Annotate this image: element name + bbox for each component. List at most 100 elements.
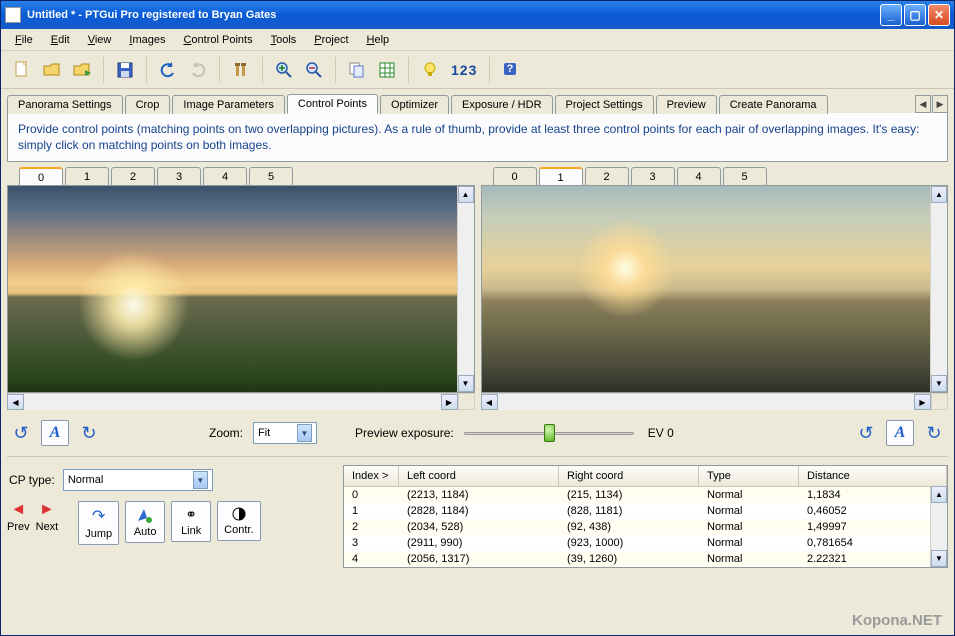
- tab-optimizer[interactable]: Optimizer: [380, 95, 449, 114]
- toolbar-numbers-button[interactable]: 123: [447, 62, 481, 78]
- chevron-down-icon: ▼: [193, 471, 208, 489]
- zoom-out-button[interactable]: [301, 57, 327, 83]
- cp-type-label: CP type:: [9, 473, 55, 487]
- right-image-pane: 0 1 2 3 4 5 ▲▼ ◀▶: [481, 166, 949, 410]
- auto-button[interactable]: Auto: [125, 501, 165, 543]
- right-tab-2[interactable]: 2: [585, 167, 629, 186]
- table-row[interactable]: 2(2034, 528)(92, 438)Normal1,49997: [344, 519, 947, 535]
- options-button[interactable]: [228, 57, 254, 83]
- left-a-button[interactable]: A: [41, 420, 69, 446]
- hint-button[interactable]: [417, 57, 443, 83]
- toolbar: 123 ?: [1, 51, 954, 89]
- zoom-in-button[interactable]: [271, 57, 297, 83]
- contrast-icon: [231, 506, 247, 522]
- preview-exposure-slider[interactable]: [464, 423, 634, 443]
- col-right-coord[interactable]: Right coord: [559, 466, 699, 486]
- arrow-right-icon: ►: [39, 501, 55, 519]
- left-rotate-ccw-button[interactable]: ↺: [11, 423, 31, 443]
- open-button[interactable]: [39, 57, 65, 83]
- grid-button[interactable]: [374, 57, 400, 83]
- col-type[interactable]: Type: [699, 466, 799, 486]
- tabs-scroll-right-button[interactable]: ▶: [932, 95, 948, 113]
- right-tab-4[interactable]: 4: [677, 167, 721, 186]
- jump-button[interactable]: ↷ Jump: [78, 501, 119, 545]
- right-tab-0[interactable]: 0: [493, 167, 537, 186]
- app-icon: [5, 7, 21, 23]
- right-horizontal-scrollbar[interactable]: ◀▶: [481, 393, 932, 410]
- menu-images[interactable]: Images: [121, 32, 173, 48]
- auto-icon: [136, 506, 154, 524]
- tab-image-parameters[interactable]: Image Parameters: [172, 95, 284, 114]
- left-tab-1[interactable]: 1: [65, 167, 109, 186]
- left-image-view[interactable]: [8, 186, 457, 392]
- left-horizontal-scrollbar[interactable]: ◀▶: [7, 393, 458, 410]
- left-tab-4[interactable]: 4: [203, 167, 247, 186]
- save-button[interactable]: [112, 57, 138, 83]
- table-row[interactable]: 1(2828, 1184)(828, 1181)Normal0,46052: [344, 503, 947, 519]
- right-a-button[interactable]: A: [886, 420, 914, 446]
- col-distance[interactable]: Distance: [799, 466, 947, 486]
- window-close-button[interactable]: ✕: [928, 4, 950, 26]
- menu-tools[interactable]: Tools: [263, 32, 305, 48]
- right-rotate-ccw-button[interactable]: ↺: [856, 423, 876, 443]
- preview-exposure-label: Preview exposure:: [355, 426, 454, 440]
- tabs-scroll-left-button[interactable]: ◀: [915, 95, 931, 113]
- table-row[interactable]: 4(2056, 1317)(39, 1260)Normal2.22321: [344, 551, 947, 567]
- left-image-pane: 0 1 2 3 4 5 ▲▼ ◀▶: [7, 166, 475, 410]
- right-image-tabs: 0 1 2 3 4 5: [493, 166, 949, 185]
- undo-button[interactable]: [155, 57, 181, 83]
- menu-file[interactable]: File: [7, 32, 41, 48]
- help-button[interactable]: ?: [498, 57, 524, 83]
- prev-button[interactable]: ◄ Prev: [7, 501, 30, 533]
- table-row[interactable]: 0(2213, 1184)(215, 1134)Normal1,1834: [344, 487, 947, 503]
- menu-edit[interactable]: Edit: [43, 32, 78, 48]
- next-button[interactable]: ► Next: [36, 501, 59, 533]
- left-tab-5[interactable]: 5: [249, 167, 293, 186]
- zoom-label: Zoom:: [209, 426, 243, 440]
- menu-view[interactable]: View: [80, 32, 120, 48]
- link-button[interactable]: ⚭ Link: [171, 501, 211, 542]
- table-vertical-scrollbar[interactable]: ▲▼: [930, 486, 947, 567]
- right-rotate-cw-button[interactable]: ↻: [924, 423, 944, 443]
- copy-button[interactable]: [344, 57, 370, 83]
- right-tab-3[interactable]: 3: [631, 167, 675, 186]
- right-image-view[interactable]: [482, 186, 931, 392]
- tab-preview[interactable]: Preview: [656, 95, 717, 114]
- table-row[interactable]: 3(2911, 990)(923, 1000)Normal0,781654: [344, 535, 947, 551]
- left-vertical-scrollbar[interactable]: ▲▼: [457, 186, 474, 392]
- link-icon: ⚭: [185, 506, 197, 523]
- window-maximize-button[interactable]: ▢: [904, 4, 926, 26]
- tab-control-points[interactable]: Control Points: [287, 94, 378, 114]
- jump-icon: ↷: [92, 506, 105, 526]
- left-rotate-cw-button[interactable]: ↻: [79, 423, 99, 443]
- slider-thumb-icon[interactable]: [544, 424, 555, 442]
- tab-panorama-settings[interactable]: Panorama Settings: [7, 95, 123, 114]
- col-index[interactable]: Index >: [344, 466, 399, 486]
- contrast-button[interactable]: Contr.: [217, 501, 260, 541]
- new-project-button[interactable]: [9, 57, 35, 83]
- open-recent-button[interactable]: [69, 57, 95, 83]
- table-header-row: Index > Left coord Right coord Type Dist…: [344, 466, 947, 487]
- tab-create-panorama[interactable]: Create Panorama: [719, 95, 828, 114]
- right-tab-5[interactable]: 5: [723, 167, 767, 186]
- zoom-exposure-row: ↺ A ↻ Zoom: Fit ▼ Preview exposure: EV 0…: [1, 410, 954, 452]
- menu-control-points[interactable]: Control Points: [175, 32, 260, 48]
- left-tab-2[interactable]: 2: [111, 167, 155, 186]
- right-tab-1[interactable]: 1: [539, 167, 583, 186]
- left-tab-0[interactable]: 0: [19, 167, 63, 186]
- menu-help[interactable]: Help: [359, 32, 398, 48]
- window-minimize-button[interactable]: _: [880, 4, 902, 26]
- main-tabs: Panorama Settings Crop Image Parameters …: [1, 89, 954, 113]
- tab-crop[interactable]: Crop: [125, 95, 171, 114]
- cp-type-combo[interactable]: Normal ▼: [63, 469, 213, 491]
- col-left-coord[interactable]: Left coord: [399, 466, 559, 486]
- tab-project-settings[interactable]: Project Settings: [555, 95, 654, 114]
- tab-exposure-hdr[interactable]: Exposure / HDR: [451, 95, 552, 114]
- redo-button[interactable]: [185, 57, 211, 83]
- menu-project[interactable]: Project: [306, 32, 356, 48]
- window-title: Untitled * - PTGui Pro registered to Bry…: [27, 9, 880, 21]
- zoom-combo[interactable]: Fit ▼: [253, 422, 317, 444]
- left-tab-3[interactable]: 3: [157, 167, 201, 186]
- chevron-down-icon: ▼: [297, 424, 312, 442]
- right-vertical-scrollbar[interactable]: ▲▼: [930, 186, 947, 392]
